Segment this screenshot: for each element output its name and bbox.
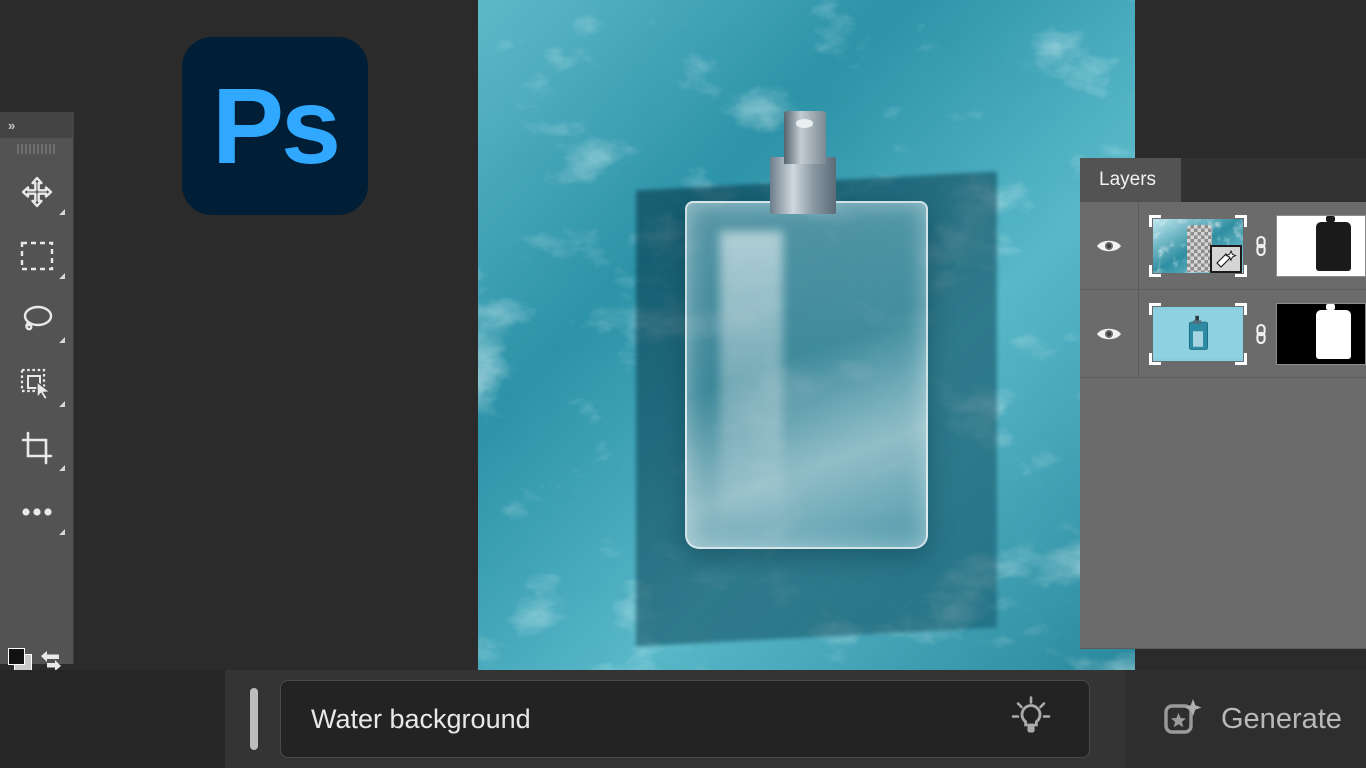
grip-lines-icon (17, 144, 57, 154)
move-icon (21, 176, 53, 208)
layer-thumbnail-image (1152, 306, 1243, 361)
mask-bottle-shape (1315, 303, 1351, 359)
default-foreground-swatch (8, 648, 25, 665)
link-icon (1256, 235, 1267, 256)
layer-thumbnail[interactable] (1148, 214, 1247, 277)
tool-flyout-indicator[interactable] (59, 273, 65, 279)
taskbar-left-spacer (0, 670, 225, 768)
more-tools-button[interactable] (0, 480, 74, 544)
thumb-corner (1148, 264, 1161, 277)
tab-layers[interactable]: Layers (1080, 158, 1181, 202)
layer-mask-thumbnail[interactable] (1276, 302, 1366, 365)
layer-mask-thumbnail[interactable] (1276, 214, 1366, 277)
eye-icon (1096, 240, 1121, 251)
tool-flyout-indicator[interactable] (59, 337, 65, 343)
object-selection-tool[interactable] (0, 352, 74, 416)
bottle-spray-nozzle (783, 110, 827, 165)
tool-list (0, 160, 74, 544)
marquee-icon (20, 241, 54, 271)
object-selection-icon (20, 368, 52, 401)
photoshop-window: » Ps Layers Water background Generate (0, 0, 1366, 768)
crop-icon (21, 431, 53, 465)
ellipsis-icon (22, 508, 52, 516)
generative-fill-icon (1215, 249, 1237, 268)
lasso-icon (23, 305, 53, 331)
panel-tab-bar: Layers (1080, 158, 1366, 202)
mask-bottle-neck (1326, 215, 1336, 223)
bottle-collar (770, 157, 837, 215)
tool-flyout-indicator[interactable] (59, 209, 65, 215)
layers-list (1080, 202, 1366, 649)
contextual-task-bar: Water background Generate (0, 670, 1366, 768)
eye-icon (1096, 328, 1121, 339)
photoshop-logo-text: Ps (211, 65, 341, 186)
prompt-ideas-button[interactable] (1009, 695, 1053, 744)
layer-mask-link[interactable] (1247, 321, 1276, 347)
thumb-corner (1148, 302, 1161, 315)
prompt-input[interactable]: Water background (280, 680, 1090, 758)
thumb-corner (1148, 214, 1161, 227)
generate-button-label: Generate (1221, 702, 1342, 735)
perfume-bottle-body (684, 201, 929, 550)
layer-mask-link[interactable] (1247, 233, 1276, 259)
toolbar-collapse-button[interactable]: » (0, 112, 74, 138)
thumb-corner (1234, 302, 1247, 315)
thumb-corner (1234, 352, 1247, 365)
mask-bottle-neck (1326, 303, 1336, 311)
link-icon (1256, 323, 1267, 344)
tool-flyout-indicator[interactable] (59, 401, 65, 407)
generate-sparkle-icon (1163, 697, 1203, 742)
taskbar-drag-handle[interactable] (250, 688, 258, 750)
lightbulb-icon (1011, 696, 1051, 733)
generate-button[interactable]: Generate (1125, 670, 1366, 768)
layer-visibility-toggle[interactable] (1080, 290, 1139, 377)
crop-tool[interactable] (0, 416, 74, 480)
photoshop-logo: Ps (182, 37, 368, 215)
prompt-input-value: Water background (311, 703, 531, 734)
generative-fill-badge (1209, 244, 1242, 273)
tools-panel: » (0, 112, 74, 740)
layers-empty-area[interactable] (1080, 378, 1366, 649)
document-canvas[interactable] (478, 0, 1135, 670)
prompt-bar: Water background (225, 670, 1125, 768)
layer-visibility-toggle[interactable] (1080, 202, 1139, 289)
thumb-corner (1148, 352, 1161, 365)
tab-layers-label: Layers (1099, 169, 1157, 190)
transparent-cutout-region (1186, 224, 1213, 273)
table-row[interactable] (1080, 290, 1366, 378)
bottle-thumbnail-art (1152, 308, 1243, 359)
table-row[interactable] (1080, 202, 1366, 290)
mask-bottle-shape (1315, 215, 1351, 271)
lasso-tool[interactable] (0, 288, 74, 352)
layer-thumbnail[interactable] (1148, 302, 1247, 365)
double-chevron-right-icon: » (8, 117, 15, 133)
layers-panel: Layers (1080, 158, 1366, 649)
thumb-corner (1234, 214, 1247, 227)
toolbar-drag-grip[interactable] (0, 138, 74, 160)
rectangular-marquee-tool[interactable] (0, 224, 74, 288)
tool-flyout-indicator[interactable] (59, 529, 65, 535)
workspace: » Ps Layers (0, 0, 1366, 740)
tool-flyout-indicator[interactable] (59, 465, 65, 471)
move-tool[interactable] (0, 160, 74, 224)
